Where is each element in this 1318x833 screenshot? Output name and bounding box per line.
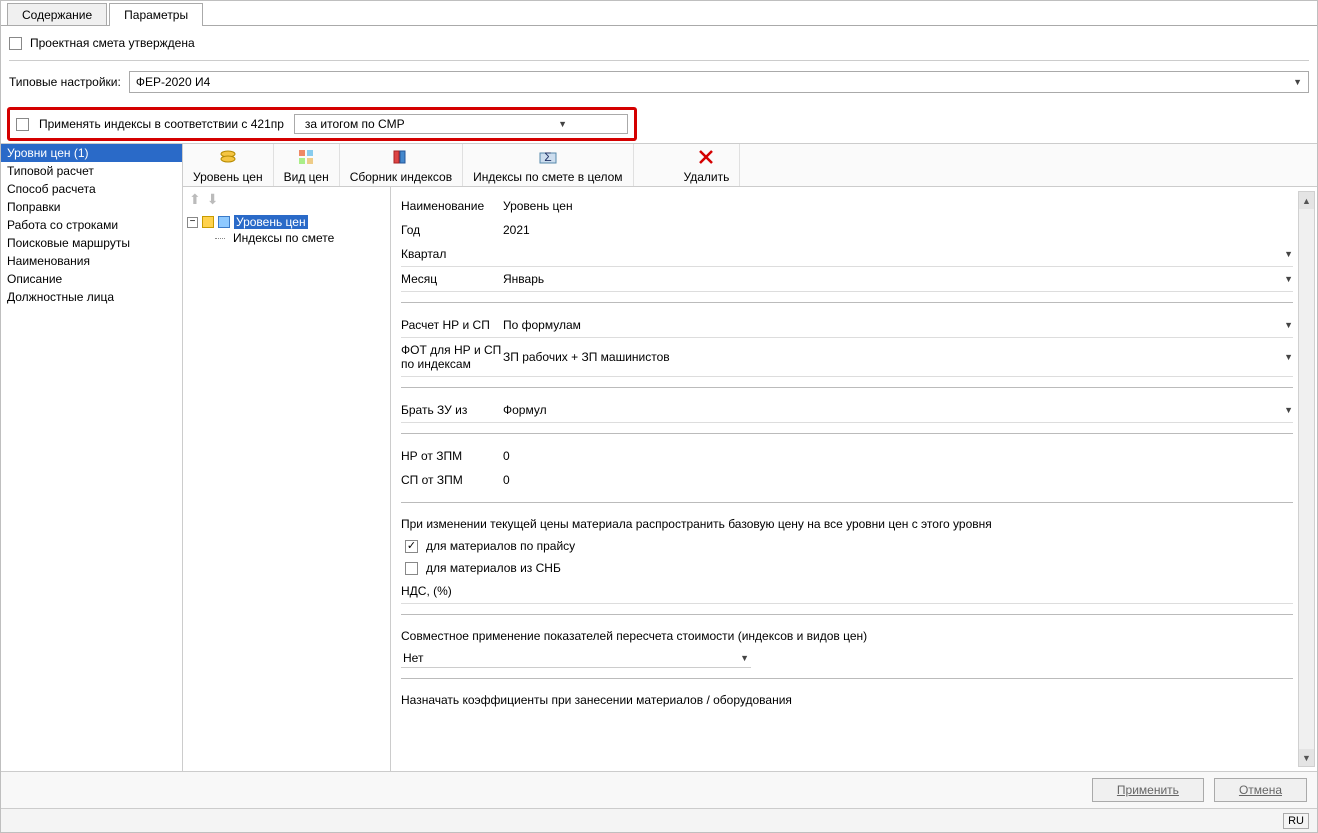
palette-icon — [295, 146, 317, 168]
books-icon — [390, 146, 412, 168]
tree-root-label: Уровень цен — [234, 215, 308, 229]
tree-collapse-icon[interactable]: − — [187, 217, 198, 228]
month-value: Январь — [503, 272, 544, 286]
zu-select[interactable]: Формул ▼ — [503, 403, 1293, 417]
joint-use-value: Нет — [403, 651, 423, 665]
assign-coeff-label: Назначать коэффициенты при занесении мат… — [401, 689, 1293, 711]
sp-zpm-label: СП от ЗПМ — [401, 473, 503, 487]
zu-label: Брать ЗУ из — [401, 403, 503, 417]
tree-root[interactable]: − Уровень цен — [187, 214, 386, 230]
month-label: Месяц — [401, 272, 503, 286]
calc-label: Расчет НР и СП — [401, 318, 503, 332]
nr-zpm-value[interactable]: 0 — [503, 449, 1293, 463]
toolbar-delete-label: Удалить — [684, 170, 730, 184]
chevron-down-icon: ▼ — [1284, 249, 1293, 259]
propagate-label: При изменении текущей цены материала рас… — [401, 513, 1293, 535]
quarter-select[interactable]: ▼ — [503, 249, 1293, 259]
year-label: Год — [401, 223, 503, 237]
typical-settings-value: ФЕР-2020 И4 — [136, 75, 210, 89]
approved-checkbox[interactable] — [9, 37, 22, 50]
chevron-down-icon: ▼ — [1293, 77, 1302, 87]
apply-index-checkbox[interactable] — [16, 118, 29, 131]
apply-index-label: Применять индексы в соответствии с 421пр — [39, 117, 284, 131]
toolbar-delete[interactable]: Удалить — [674, 144, 741, 186]
chevron-down-icon: ▼ — [558, 119, 567, 129]
zu-value: Формул — [503, 403, 547, 417]
chevron-down-icon: ▼ — [1284, 320, 1293, 330]
sidebar-item-price-levels[interactable]: Уровни цен (1) — [1, 144, 182, 162]
folder-icon — [202, 216, 214, 228]
sp-zpm-value[interactable]: 0 — [503, 473, 1293, 487]
apply-index-select[interactable]: за итогом по СМР ▼ — [294, 114, 628, 134]
tab-content[interactable]: Содержание — [7, 3, 107, 26]
scroll-down-icon[interactable]: ▼ — [1299, 749, 1314, 766]
fot-value: ЗП рабочих + ЗП машинистов — [503, 350, 670, 364]
joint-use-select[interactable]: Нет ▼ — [401, 649, 751, 668]
toolbar-price-level[interactable]: Уровень цен — [183, 144, 274, 186]
tree-pane: ⬆ ⬇ − Уровень цен Индексы по смете — [183, 187, 391, 771]
apply-index-select-value: за итогом по СМР — [305, 117, 405, 131]
sidebar-item-officials[interactable]: Должностные лица — [1, 288, 182, 306]
materials-snb-label: для материалов из СНБ — [426, 561, 561, 575]
materials-price-checkbox[interactable] — [405, 540, 418, 553]
tree-child-indexes[interactable]: Индексы по смете — [215, 230, 386, 246]
fot-select[interactable]: ЗП рабочих + ЗП машинистов ▼ — [503, 350, 1293, 364]
chevron-down-icon: ▼ — [1284, 274, 1293, 284]
tree-child-label: Индексы по смете — [233, 231, 334, 245]
toolbar-index-collection[interactable]: Сборник индексов — [340, 144, 463, 186]
materials-snb-checkbox[interactable] — [405, 562, 418, 575]
joint-use-label: Совместное применение показателей пересч… — [401, 625, 1293, 647]
sidebar-item-names[interactable]: Наименования — [1, 252, 182, 270]
cancel-button[interactable]: Отмена — [1214, 778, 1307, 802]
toolbar-index-collection-label: Сборник индексов — [350, 170, 452, 184]
status-bar: RU — [1, 808, 1317, 832]
name-label: Наименование — [401, 199, 503, 213]
toolbar-estimate-indexes-label: Индексы по смете в целом — [473, 170, 622, 184]
sidebar-item-calc-method[interactable]: Способ расчета — [1, 180, 182, 198]
materials-price-label: для материалов по прайсу — [426, 539, 575, 553]
name-value[interactable]: Уровень цен — [503, 199, 1293, 213]
coins-icon — [217, 146, 239, 168]
typical-settings-label: Типовые настройки: — [9, 75, 121, 89]
nds-label: НДС, (%) — [401, 584, 471, 598]
toolbar-price-level-label: Уровень цен — [193, 170, 263, 184]
calc-value: По формулам — [503, 318, 581, 332]
move-down-icon[interactable]: ⬇ — [207, 191, 219, 208]
chevron-down-icon: ▼ — [1284, 405, 1293, 415]
chevron-down-icon: ▼ — [740, 653, 749, 663]
toolbar-price-view[interactable]: Вид цен — [274, 144, 340, 186]
toolbar-estimate-indexes[interactable]: Σ Индексы по смете в целом — [463, 144, 633, 186]
sigma-icon: Σ — [537, 146, 559, 168]
form-pane: Наименование Уровень цен Год 2021 Кварта… — [391, 187, 1317, 771]
calc-select[interactable]: По формулам ▼ — [503, 318, 1293, 332]
chevron-down-icon: ▼ — [1284, 352, 1293, 362]
scrollbar[interactable]: ▲ ▼ — [1298, 191, 1315, 767]
nr-zpm-label: НР от ЗПМ — [401, 449, 503, 463]
scroll-up-icon[interactable]: ▲ — [1299, 192, 1314, 209]
tab-parameters[interactable]: Параметры — [109, 3, 203, 26]
apply-index-highlight: Применять индексы в соответствии с 421пр… — [7, 107, 637, 141]
sidebar-item-search-routes[interactable]: Поисковые маршруты — [1, 234, 182, 252]
quarter-label: Квартал — [401, 247, 503, 261]
language-indicator[interactable]: RU — [1283, 813, 1309, 829]
move-up-icon[interactable]: ⬆ — [189, 191, 201, 208]
level-icon — [218, 216, 230, 228]
toolbar: Уровень цен Вид цен Сборник индексов — [183, 144, 1317, 187]
apply-button[interactable]: Применить — [1092, 778, 1204, 802]
svg-text:Σ: Σ — [544, 150, 551, 164]
sidebar-item-description[interactable]: Описание — [1, 270, 182, 288]
typical-settings-select[interactable]: ФЕР-2020 И4 ▼ — [129, 71, 1309, 93]
delete-icon — [695, 146, 717, 168]
sidebar-item-typical-calc[interactable]: Типовой расчет — [1, 162, 182, 180]
sidebar-item-rows[interactable]: Работа со строками — [1, 216, 182, 234]
sidebar-item-corrections[interactable]: Поправки — [1, 198, 182, 216]
month-select[interactable]: Январь ▼ — [503, 272, 1293, 286]
approved-label: Проектная смета утверждена — [30, 36, 195, 50]
top-tabs: Содержание Параметры — [1, 3, 1317, 26]
year-value[interactable]: 2021 — [503, 223, 1293, 237]
fot-label: ФОТ для НР и СП по индексам — [401, 343, 503, 371]
settings-sidebar: Уровни цен (1) Типовой расчет Способ рас… — [1, 144, 183, 771]
dialog-footer: Применить Отмена — [1, 771, 1317, 808]
toolbar-price-view-label: Вид цен — [284, 170, 329, 184]
